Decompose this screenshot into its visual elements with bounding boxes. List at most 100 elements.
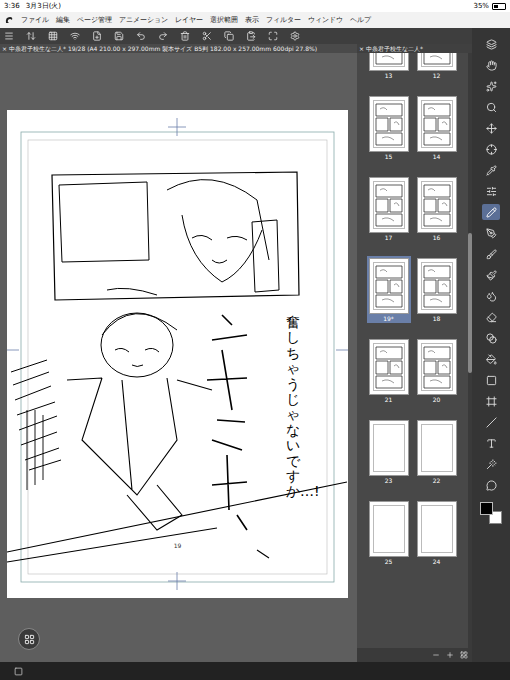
command-icon[interactable]	[180, 31, 190, 41]
command-icon[interactable]	[114, 31, 124, 41]
main-color[interactable]	[480, 502, 493, 515]
command-icon[interactable]	[136, 31, 146, 41]
page-thumbnail[interactable]: 12	[415, 53, 459, 80]
command-icon[interactable]	[26, 31, 36, 41]
tool-button[interactable]	[482, 393, 500, 409]
tool-button[interactable]	[482, 456, 500, 472]
tool-icon	[486, 375, 497, 386]
zoom-out-icon[interactable]	[432, 651, 440, 659]
command-icon[interactable]	[268, 31, 278, 41]
sidebar-toggle-icon[interactable]	[14, 667, 23, 676]
page-thumbnail[interactable]: 13	[367, 53, 411, 80]
quick-access-button[interactable]	[18, 628, 40, 650]
page-thumbnail[interactable]: 22	[415, 418, 459, 485]
tool-button[interactable]	[482, 78, 500, 94]
command-icon[interactable]	[158, 31, 168, 41]
canvas-area[interactable]: 奮しちゃうじゃないですか…!19	[0, 53, 357, 662]
tool-icon	[486, 165, 497, 176]
menu-item[interactable]: ヘルプ	[350, 15, 371, 26]
layout-icon[interactable]	[460, 651, 468, 659]
tool-button[interactable]	[482, 246, 500, 262]
manga-page[interactable]: 奮しちゃうじゃないですか…!19	[7, 110, 348, 598]
command-icon[interactable]	[4, 31, 14, 41]
tool-icon	[486, 249, 497, 260]
menu-item[interactable]: 表示	[245, 15, 259, 26]
tool-button[interactable]	[482, 414, 500, 430]
page-spread: 19*18	[367, 256, 459, 323]
app-logo-icon[interactable]	[4, 15, 14, 25]
tool-button[interactable]	[482, 162, 500, 178]
command-icon[interactable]	[290, 31, 300, 41]
tool-icon	[486, 459, 497, 470]
command-icon[interactable]	[70, 31, 80, 41]
menu-item[interactable]: ファイル	[21, 15, 49, 26]
tool-button[interactable]	[482, 141, 500, 157]
sketch-preview-icon	[374, 263, 404, 309]
date: 3月3日(火)	[26, 1, 61, 12]
tool-button[interactable]	[482, 267, 500, 283]
menu-item[interactable]: ページ管理	[77, 15, 112, 26]
page-thumbnail[interactable]: 24	[415, 499, 459, 566]
tool-button[interactable]	[482, 183, 500, 199]
tool-icon	[486, 480, 497, 491]
document-tab[interactable]: ×中条君子校生な二人* 19/28 (A4 210.00 x 297.00mm …	[0, 44, 357, 53]
menu-item[interactable]: フィルター	[266, 15, 301, 26]
tool-icon	[486, 417, 497, 428]
command-icon[interactable]	[48, 31, 58, 41]
tool-button[interactable]	[482, 477, 500, 493]
page-thumbnail[interactable]: 16	[415, 175, 459, 242]
page-manager-panel: 13121514171619*18212023222524	[357, 53, 472, 662]
tool-icon	[486, 144, 497, 155]
tool-button[interactable]	[482, 330, 500, 346]
page-thumbnail[interactable]: 15	[367, 94, 411, 161]
menu-item[interactable]: ウィンドウ	[308, 15, 343, 26]
page-spread: 2322	[367, 418, 459, 485]
tool-button[interactable]	[482, 309, 500, 325]
close-tab-button[interactable]: ×	[2, 44, 7, 53]
tool-button[interactable]	[482, 351, 500, 367]
menu-item[interactable]: レイヤー	[175, 15, 203, 26]
footer-bar	[0, 662, 510, 680]
command-icon[interactable]	[246, 31, 256, 41]
command-icon[interactable]	[92, 31, 102, 41]
page-thumbnail[interactable]: 20	[415, 337, 459, 404]
tool-button[interactable]	[482, 57, 500, 73]
page-thumbnail[interactable]: 14	[415, 94, 459, 161]
status-bar: 3:363月3日(火)35%	[0, 0, 510, 12]
tool-button[interactable]	[482, 225, 500, 241]
quick-access-icon	[24, 634, 35, 645]
tool-button[interactable]	[482, 204, 500, 220]
color-swatches[interactable]	[480, 502, 502, 524]
tool-icon	[486, 81, 497, 92]
tool-button[interactable]	[482, 288, 500, 304]
close-tab-button[interactable]: ×	[359, 44, 364, 53]
sketch-preview-icon	[422, 344, 452, 390]
tool-button[interactable]	[482, 99, 500, 115]
tool-icon	[486, 312, 497, 323]
page-spread: 2120	[367, 337, 459, 404]
page-thumbnail[interactable]: 23	[367, 418, 411, 485]
menu-item[interactable]: アニメーション	[119, 15, 168, 26]
sketch-preview-icon	[422, 263, 452, 309]
tool-button[interactable]	[482, 435, 500, 451]
command-icon[interactable]	[224, 31, 234, 41]
page-thumbnail[interactable]: 19*	[367, 256, 411, 323]
page-thumbnail[interactable]: 18	[415, 256, 459, 323]
time: 3:36	[4, 1, 20, 12]
tool-icon	[486, 396, 497, 407]
command-icon[interactable]	[202, 31, 212, 41]
tool-icon	[486, 228, 497, 239]
page-thumbnail[interactable]: 21	[367, 337, 411, 404]
tool-button[interactable]	[482, 120, 500, 136]
sketch-preview-icon	[374, 53, 404, 66]
page-panel-tab[interactable]: ×中条君子校生な二人*	[357, 44, 472, 53]
menu-item[interactable]: 選択範囲	[210, 15, 238, 26]
tool-button[interactable]	[482, 372, 500, 388]
zoom-in-icon[interactable]	[446, 651, 454, 659]
tool-icon	[486, 39, 497, 50]
command-bar	[0, 28, 472, 44]
tool-button[interactable]	[482, 36, 500, 52]
page-thumbnail[interactable]: 25	[367, 499, 411, 566]
menu-item[interactable]: 編集	[56, 15, 70, 26]
page-thumbnail[interactable]: 17	[367, 175, 411, 242]
